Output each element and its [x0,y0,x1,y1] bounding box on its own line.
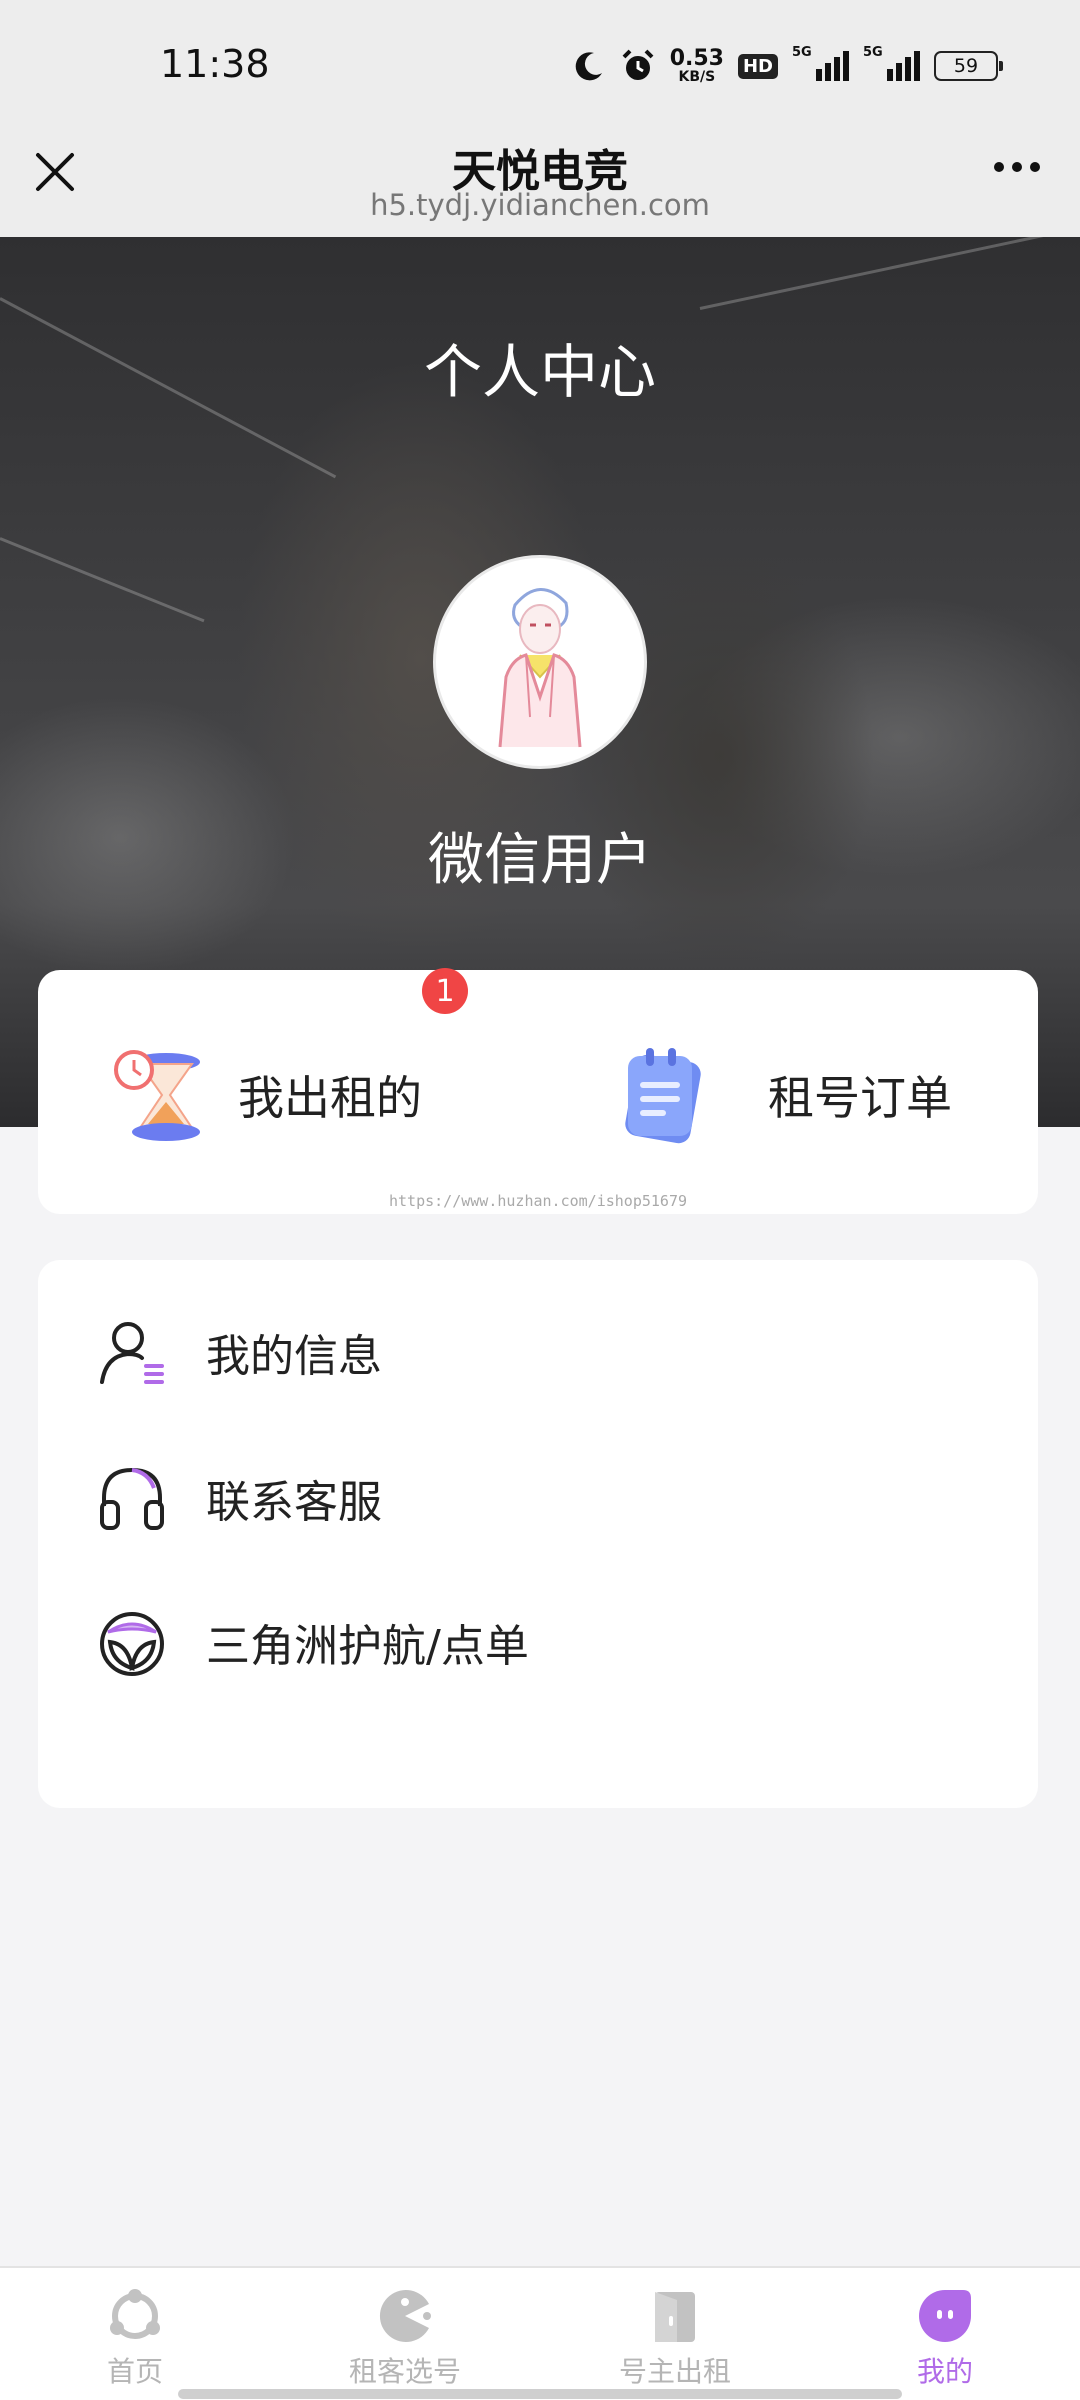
more-menu-icon[interactable] [994,162,1040,172]
hero-background-detail [0,537,205,623]
battery-icon: 59 [934,51,1003,81]
moon-icon [575,52,602,81]
alarm-icon [622,49,654,80]
net-speed-value: 0.53 [669,46,724,71]
profile-face-icon [919,2290,971,2342]
tab-renter-select[interactable]: 租客选号 [270,2268,540,2400]
signal-1-label: 5G [792,45,812,60]
avatar-illustration [498,588,582,748]
menu-card: 我的信息 联系客服 三角洲护航/点单 [38,1260,1038,1808]
clipboard-icon [625,1048,701,1144]
quick-actions-card: 我出租的 1 租号订单 https://www.huzhan.com/ishop… [38,968,1038,1214]
tab-label: 租客选号 [348,2355,461,2388]
signal-2-label: 5G [863,45,883,60]
tab-mine[interactable]: 我的 [810,2268,1080,2400]
notification-badge: 1 [422,968,468,1014]
hero-background-detail [699,237,1073,310]
home-icon [110,2289,160,2339]
tab-label: 我的 [916,2355,973,2388]
tab-label: 首页 [106,2355,163,2388]
browser-nav-bar: 天悦电竞 h5.tydj.yidianchen.com [0,135,1080,237]
signal-icon: 5G [863,45,920,81]
menu-item-label: 我的信息 [206,1331,382,1382]
tab-owner-rent[interactable]: 号主出租 [540,2268,810,2400]
hero-title: 个人中心 [423,338,656,406]
headset-icon [100,1467,164,1530]
battery-level: 59 [953,55,979,77]
menu-item-delta-escort[interactable]: 三角洲护航/点单 [96,1602,529,1682]
rental-orders-label: 租号订单 [768,1071,952,1125]
signal-icon: 5G [792,45,849,81]
net-speed-unit: KB/S [678,69,716,85]
user-name: 微信用户 [428,828,652,893]
bottom-tab-bar: 首页 租客选号 号主出租 我的 [0,2266,1080,2400]
status-icons: 0.53 KB/S HD 5G 5G 59 [572,45,1003,86]
shield-leaf-icon [100,1612,164,1676]
status-bar: 11:38 0.53 KB/S HD 5G 5G 59 [0,0,1080,135]
pacman-icon [379,2290,431,2342]
watermark-text: https://www.huzhan.com/ishop51679 [388,1192,687,1210]
page-url: h5.tydj.yidianchen.com [370,188,710,222]
menu-item-label: 三角洲护航/点单 [206,1621,529,1672]
rental-orders-button[interactable]: 租号订单 [608,1040,952,1150]
net-speed: 0.53 KB/S [669,46,724,85]
user-info-icon [100,1322,164,1384]
status-time: 11:38 [160,42,270,86]
hd-badge: HD [737,53,778,79]
tab-home[interactable]: 首页 [0,2268,270,2400]
avatar[interactable] [433,555,647,769]
tab-label: 号主出租 [618,2355,731,2388]
rent-out-button[interactable]: 我出租的 [104,1040,422,1150]
rent-out-label: 我出租的 [238,1071,422,1125]
menu-item-contact-support[interactable]: 联系客服 [96,1458,382,1538]
hourglass-clock-icon [114,1050,200,1141]
menu-item-label: 联系客服 [206,1477,382,1528]
door-icon [655,2292,695,2342]
home-indicator[interactable] [178,2389,902,2399]
menu-item-my-info[interactable]: 我的信息 [96,1312,382,1392]
